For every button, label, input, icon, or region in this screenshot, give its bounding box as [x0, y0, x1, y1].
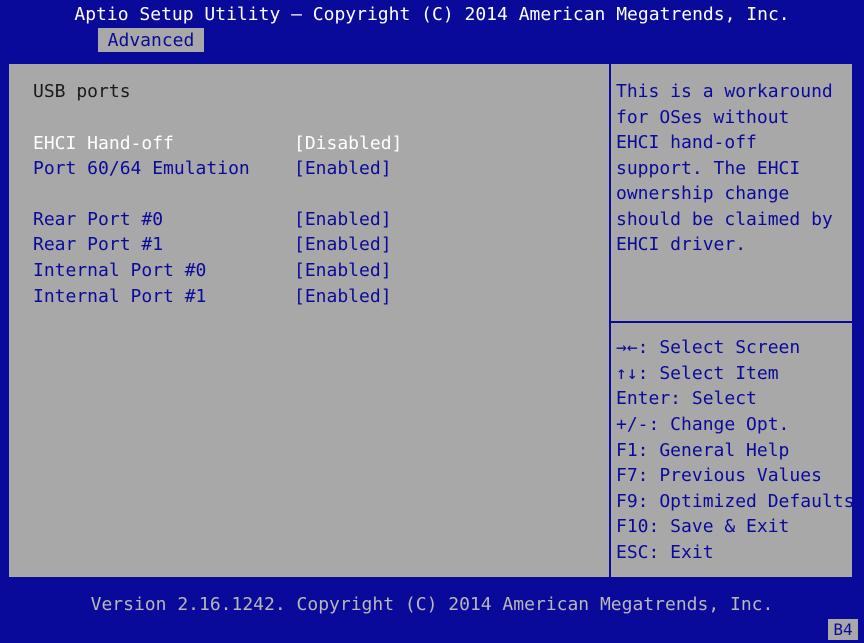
- help-text-line: should be claimed by: [616, 209, 833, 230]
- key-hint-save-exit: F10: Save & Exit: [616, 516, 790, 537]
- key-hint-optimized-defaults: F9: Optimized Defaults: [616, 491, 855, 512]
- tab-advanced[interactable]: Advanced: [98, 28, 204, 52]
- setting-ehci-handoff-label[interactable]: EHCI Hand-off: [33, 133, 174, 155]
- help-text-line: This is a workaround: [616, 81, 833, 102]
- help-text-line: support. The EHCI: [616, 158, 801, 179]
- setting-rear-port-0-label[interactable]: Rear Port #0: [33, 209, 163, 231]
- version-footer: Version 2.16.1242. Copyright (C) 2014 Am…: [90, 594, 774, 615]
- setting-rear-port-1-value[interactable]: [Enabled]: [294, 234, 392, 256]
- setting-internal-port-0-label[interactable]: Internal Port #0: [33, 260, 206, 282]
- key-hint-previous-values: F7: Previous Values: [616, 465, 822, 486]
- setting-internal-port-0-value[interactable]: [Enabled]: [294, 260, 392, 282]
- section-heading: USB ports: [33, 81, 131, 102]
- key-hint-select-item: ↑↓: Select Item: [616, 363, 779, 384]
- key-hint-select-screen: →←: Select Screen: [616, 337, 801, 358]
- help-text-line: for OSes without: [616, 107, 790, 128]
- setting-rear-port-1-label[interactable]: Rear Port #1: [33, 234, 163, 256]
- help-divider: [611, 321, 854, 323]
- window-title: Aptio Setup Utility – Copyright (C) 2014…: [74, 4, 790, 25]
- key-hint-general-help: F1: General Help: [616, 440, 790, 461]
- key-hint-change-opt: +/-: Change Opt.: [616, 414, 790, 435]
- setting-rear-port-0-value[interactable]: [Enabled]: [294, 209, 392, 231]
- help-text-line: ownership change: [616, 183, 790, 204]
- setting-internal-port-1-value[interactable]: [Enabled]: [294, 286, 392, 308]
- help-text-line: EHCI driver.: [616, 234, 747, 255]
- setup-panel: USB ports EHCI Hand-off [Disabled] Port …: [7, 62, 854, 579]
- post-code-badge: B4: [828, 619, 858, 640]
- setting-internal-port-1-label[interactable]: Internal Port #1: [33, 286, 206, 308]
- key-hint-enter: Enter: Select: [616, 388, 757, 409]
- setting-port-emulation-label[interactable]: Port 60/64 Emulation: [33, 158, 250, 180]
- key-hint-exit: ESC: Exit: [616, 542, 714, 563]
- help-text-line: EHCI hand-off: [616, 132, 757, 153]
- setting-ehci-handoff-value[interactable]: [Disabled]: [294, 133, 402, 155]
- setting-port-emulation-value[interactable]: [Enabled]: [294, 158, 392, 180]
